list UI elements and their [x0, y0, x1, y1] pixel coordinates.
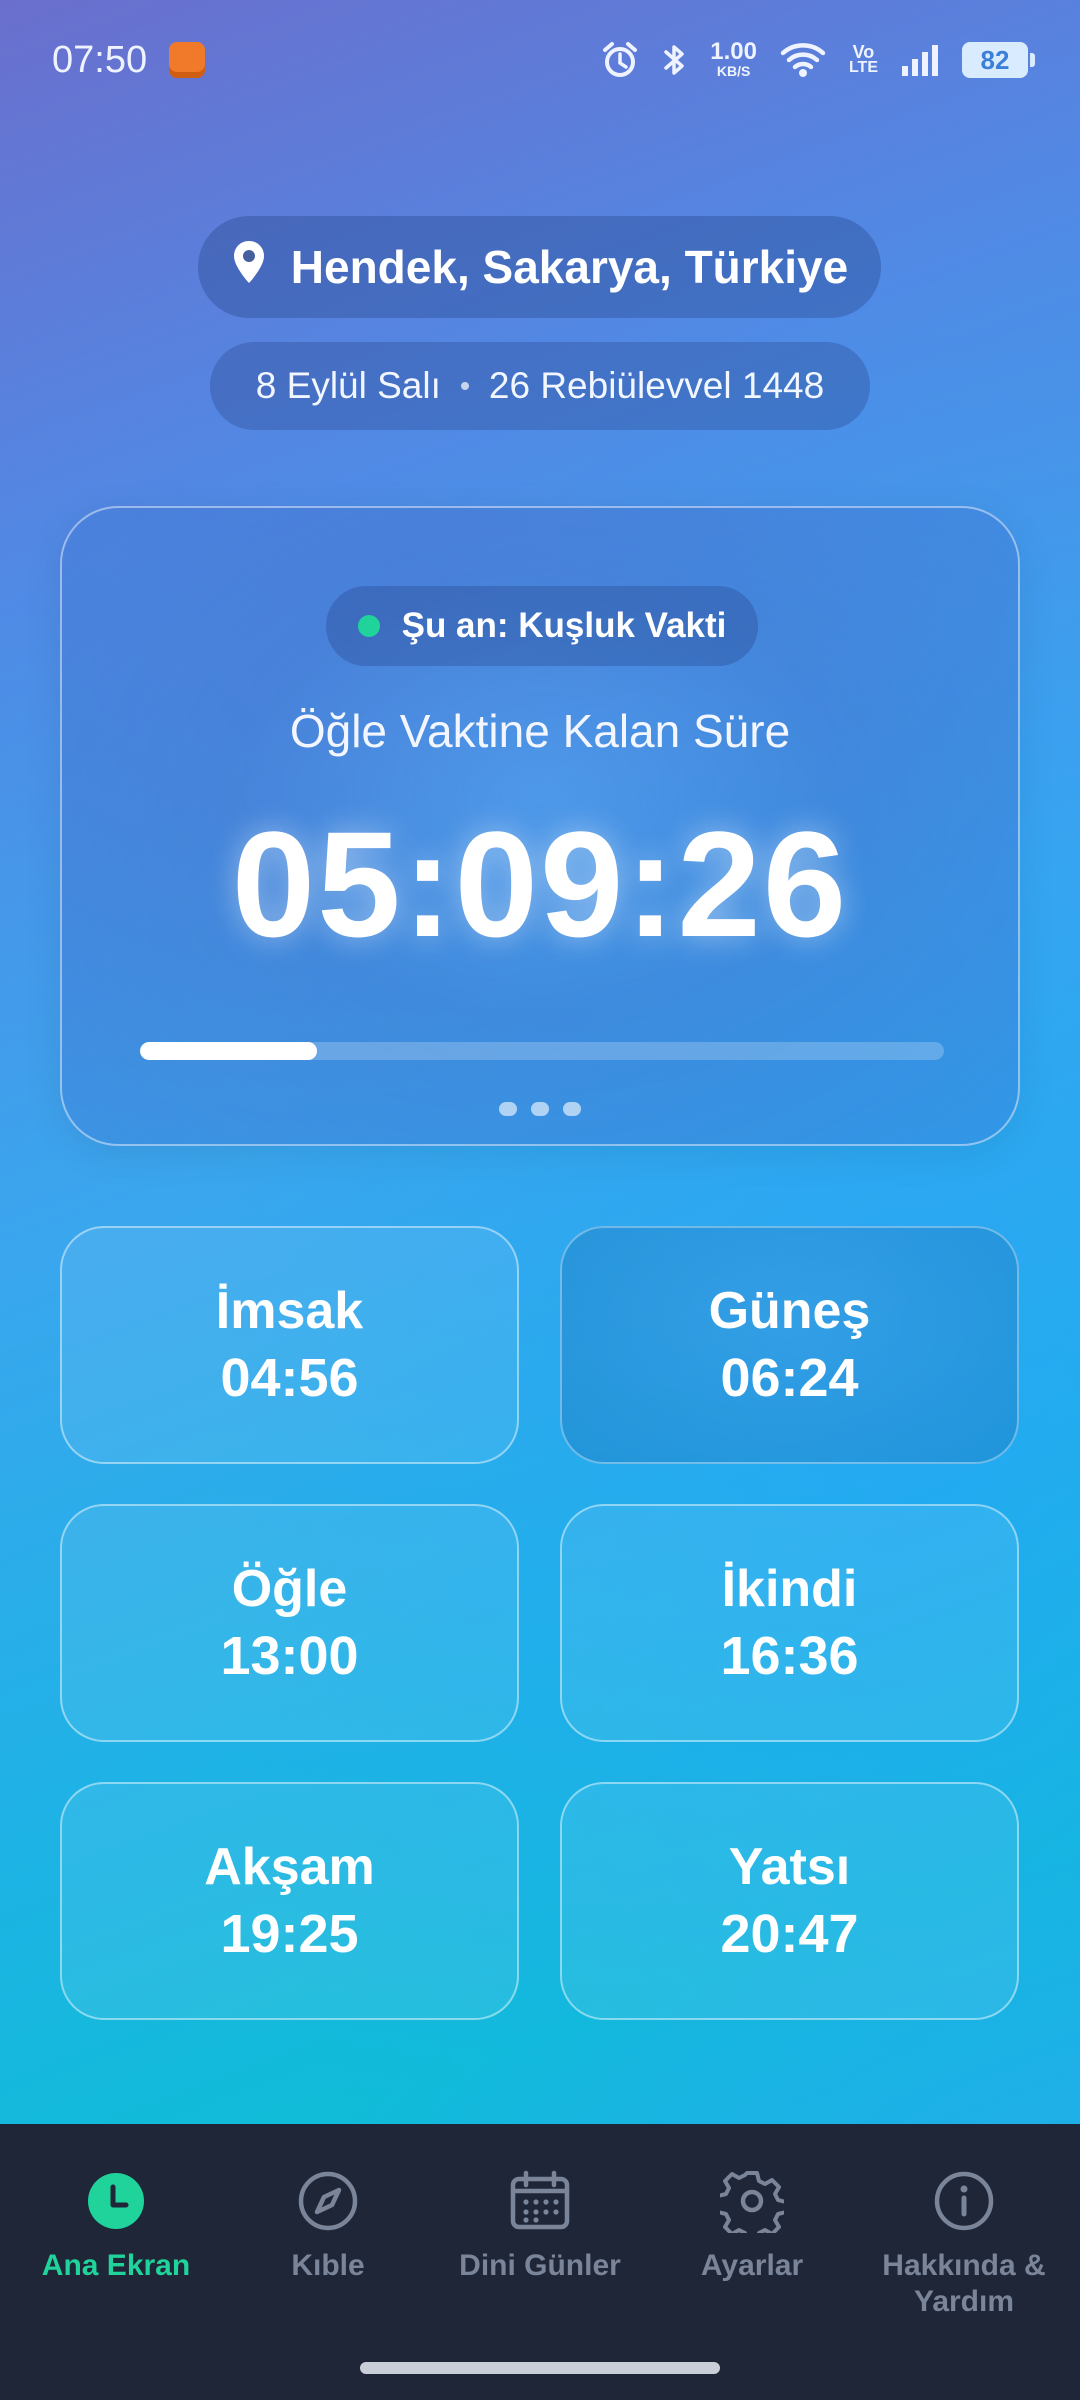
notification-app-icon — [169, 42, 206, 78]
location-label: Hendek, Sakarya, Türkiye — [290, 241, 849, 293]
prayer-time: 04:56 — [220, 1348, 359, 1408]
gregorian-date: 8 Eylül Salı — [255, 365, 441, 406]
bluetooth-icon — [662, 38, 688, 82]
prayer-card[interactable]: Akşam 19:25 — [60, 1782, 519, 2020]
location-selector[interactable]: Hendek, Sakarya, Türkiye — [198, 216, 881, 318]
prayer-time: 19:25 — [220, 1904, 359, 1964]
location-pin-icon — [231, 239, 267, 296]
prayer-time: 13:00 — [220, 1626, 359, 1686]
status-bar: 07:50 1.00 KB/S Vo LTE 82 — [0, 0, 1080, 120]
prayer-card[interactable]: Öğle 13:00 — [60, 1504, 519, 1742]
prayer-time: 20:47 — [720, 1904, 859, 1964]
date-separator — [460, 382, 469, 390]
compass-icon — [295, 2168, 361, 2234]
signal-icon — [900, 38, 940, 82]
countdown-timer: 05:09:26 — [231, 800, 849, 968]
nav-label: Kıble — [291, 2249, 365, 2282]
prayer-name: İmsak — [215, 1282, 364, 1340]
countdown-progress — [140, 1042, 944, 1060]
nav-label: Ana Ekran — [41, 2249, 191, 2282]
volte-bottom: LTE — [848, 59, 878, 76]
prayer-name: Güneş — [708, 1282, 871, 1340]
prayer-card[interactable]: İkindi 16:36 — [560, 1504, 1019, 1742]
pager-dot[interactable] — [531, 1102, 549, 1116]
nav-label: Hakkında & Yardım — [882, 2249, 1046, 2318]
volte-icon: Vo LTE — [849, 38, 878, 82]
prayer-time: 16:36 — [720, 1626, 859, 1686]
prayer-name: Öğle — [231, 1560, 348, 1618]
wifi-icon — [779, 38, 827, 82]
bottom-navigation: Ana Ekran Kıble Dini Günler Ayarlar Hakkında… — [0, 2124, 1080, 2400]
home-indicator[interactable] — [360, 2362, 720, 2374]
countdown-title: Öğle Vaktine Kalan Süre — [289, 705, 791, 757]
date-display: 8 Eylül Salı 26 Rebiülevvel 1448 — [210, 342, 870, 430]
info-icon — [931, 2168, 997, 2234]
nav-label: Ayarlar — [700, 2249, 804, 2282]
current-period-label: Şu an: Kuşluk Vakti — [401, 606, 727, 645]
prayer-time: 06:24 — [720, 1348, 859, 1408]
alarm-icon — [600, 38, 640, 82]
status-time: 07:50 — [52, 38, 148, 81]
prayer-card[interactable]: İmsak 04:56 — [60, 1226, 519, 1464]
card-pager[interactable] — [62, 1102, 1018, 1116]
nav-label: Dini Günler — [459, 2249, 621, 2282]
network-speed-unit: KB/S — [716, 63, 751, 79]
pager-dot[interactable] — [563, 1102, 581, 1116]
prayer-name: Akşam — [204, 1838, 375, 1896]
status-dot — [357, 615, 380, 637]
nav-item[interactable]: Hakkında & Yardım — [858, 2168, 1070, 2400]
prayer-name: İkindi — [721, 1560, 858, 1618]
current-time-period: Şu an: Kuşluk Vakti — [326, 586, 758, 666]
clock-icon — [83, 2168, 149, 2234]
gear-icon — [719, 2168, 785, 2234]
countdown-card[interactable]: Şu an: Kuşluk Vakti Öğle Vaktine Kalan S… — [60, 506, 1020, 1146]
prayer-card[interactable]: Yatsı 20:47 — [560, 1782, 1019, 2020]
prayer-name: Yatsı — [728, 1838, 851, 1896]
volte-top: Vo — [852, 42, 875, 62]
nav-item[interactable]: Ana Ekran — [10, 2168, 222, 2400]
prayer-card[interactable]: Güneş 06:24 — [560, 1226, 1019, 1464]
countdown-progress-fill — [140, 1042, 317, 1060]
pager-dot[interactable] — [499, 1102, 517, 1116]
battery-icon: 82 — [962, 42, 1035, 78]
network-speed-value: 1.00 — [710, 38, 757, 65]
calendar-icon — [507, 2168, 573, 2234]
network-speed: 1.00 KB/S — [710, 38, 757, 82]
hijri-date: 26 Rebiülevvel 1448 — [488, 365, 825, 406]
